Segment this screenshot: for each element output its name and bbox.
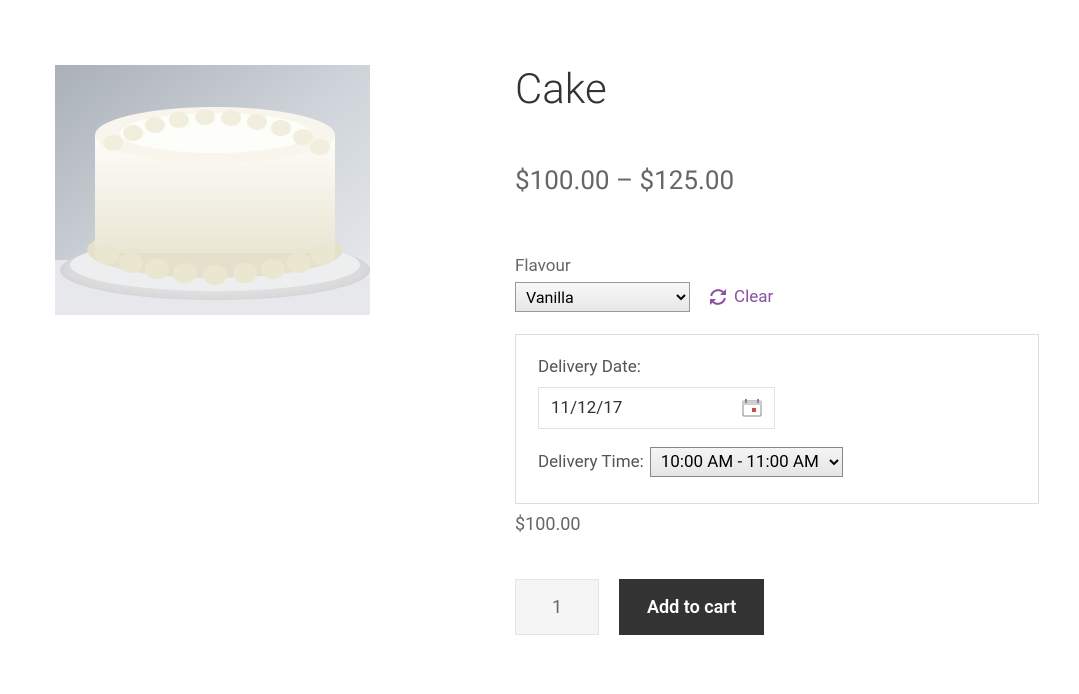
delivery-date-label: Delivery Date: [538, 357, 1016, 377]
subtotal-value: 100.00 [525, 514, 580, 535]
clear-link[interactable]: Clear [710, 287, 773, 307]
price-min-currency: $ [515, 166, 530, 196]
refresh-icon [710, 289, 726, 305]
flavour-select[interactable]: Vanilla [515, 282, 690, 312]
price-max: 125.00 [654, 166, 734, 196]
flavour-label: Flavour [515, 256, 1039, 276]
product-title: Cake [515, 65, 1039, 114]
product-image[interactable] [55, 65, 370, 315]
quantity-input[interactable] [515, 579, 599, 635]
subtotal: $100.00 [515, 514, 1039, 535]
delivery-date-input[interactable] [551, 398, 691, 418]
delivery-box: Delivery Date: Delivery Time: 10:00 AM [515, 334, 1039, 504]
delivery-time-select[interactable]: 10:00 AM - 11:00 AM [650, 447, 843, 477]
clear-label: Clear [734, 287, 773, 307]
price-separator: – [610, 166, 640, 196]
delivery-time-label: Delivery Time: [538, 452, 644, 472]
subtotal-currency: $ [515, 514, 525, 535]
calendar-icon[interactable] [742, 399, 762, 417]
price-min: 100.00 [530, 166, 610, 196]
add-to-cart-button[interactable]: Add to cart [619, 579, 764, 635]
price-max-currency: $ [640, 166, 655, 196]
delivery-date-field[interactable] [538, 387, 775, 429]
price-range: $100.00 – $125.00 [515, 166, 1039, 196]
